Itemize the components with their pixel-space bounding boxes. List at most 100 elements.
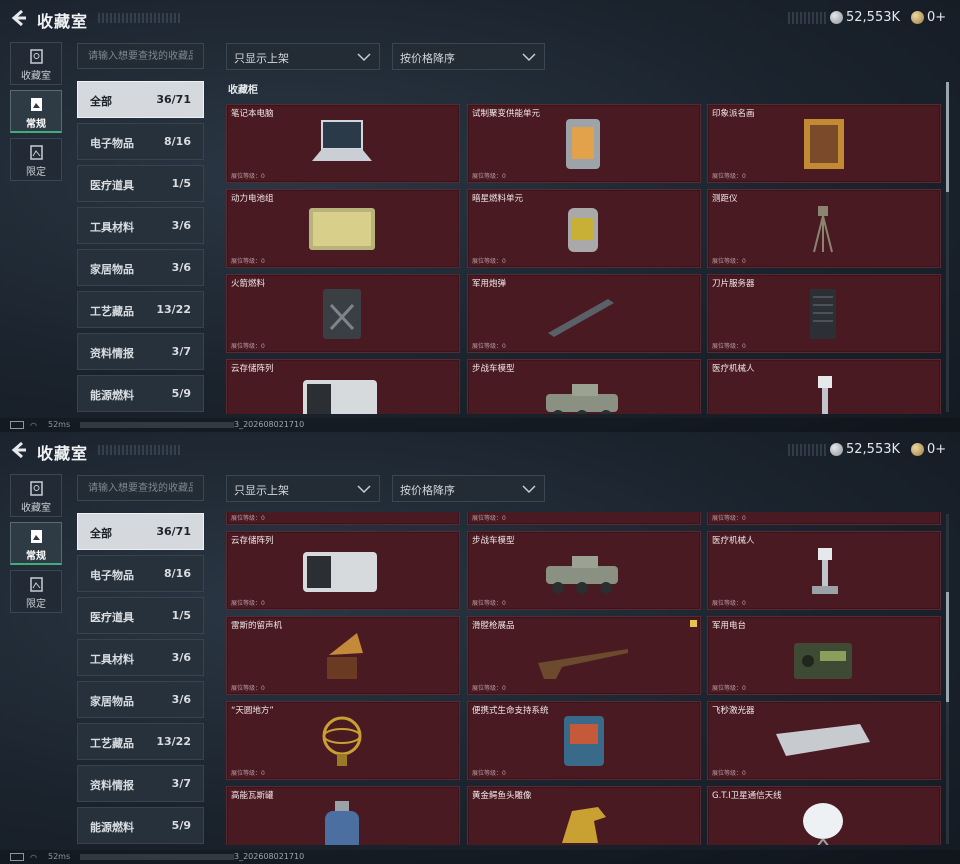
category-intel[interactable]: 资料情报 3/7 bbox=[77, 333, 204, 370]
scrollbar-thumb[interactable] bbox=[946, 82, 949, 192]
search-box[interactable] bbox=[77, 43, 204, 69]
card-level: 展位等级：0 bbox=[472, 685, 506, 692]
status-bar: ◠ 52ms 3_202608021710 bbox=[0, 418, 960, 432]
card-name: 笔记本电脑 bbox=[231, 109, 274, 119]
item-card[interactable]: 印象派名画 展位等级：0 bbox=[707, 104, 941, 183]
item-card[interactable]: 黄金鳄鱼头雕像展位等级：0 bbox=[467, 786, 701, 845]
search-input[interactable] bbox=[78, 476, 203, 501]
card-name: 医疗机械人 bbox=[712, 536, 755, 546]
card-name: 飞秒激光器 bbox=[712, 706, 755, 716]
item-card[interactable]: 军用炮弹 展位等级：0 bbox=[467, 274, 701, 353]
sort-order-value: 按价格降序 bbox=[400, 52, 455, 65]
category-all[interactable]: 全部 36/71 bbox=[77, 513, 204, 550]
life-support-icon bbox=[528, 712, 638, 770]
item-card[interactable]: “天圆地方” 展位等级：0 bbox=[226, 701, 460, 780]
chevron-down-icon bbox=[357, 485, 371, 494]
item-card[interactable]: 步战车模型展位等级：0 bbox=[467, 359, 701, 414]
card-name: 步战车模型 bbox=[472, 536, 515, 546]
item-card[interactable]: 滑膛枪展品 展位等级：0 bbox=[467, 616, 701, 695]
search-input[interactable] bbox=[78, 44, 203, 69]
item-card[interactable]: G.T.I卫星通信天线展位等级：0 bbox=[707, 786, 941, 845]
category-tools[interactable]: 工具材料 3/6 bbox=[77, 207, 204, 244]
item-card[interactable]: 试制聚变供能单元 展位等级：0 bbox=[467, 104, 701, 183]
radio-icon bbox=[768, 627, 878, 685]
category-name: 资料情报 bbox=[90, 347, 134, 360]
item-card[interactable]: 医疗机械人展位等级：0 bbox=[707, 531, 941, 610]
category-count: 5/9 bbox=[171, 819, 191, 832]
back-arrow-icon[interactable] bbox=[10, 441, 28, 459]
card-level: 展位等级：0 bbox=[231, 258, 265, 265]
collection-screen-top: 收藏室 52,553K 0+ 收藏室 常规 限定 只显示上架 按价格降序 全部 3… bbox=[0, 0, 960, 432]
item-card-partial[interactable]: 展位等级：0 bbox=[226, 512, 460, 525]
sort-order-dropdown[interactable]: 按价格降序 bbox=[392, 43, 545, 70]
item-card[interactable]: 火箭燃料 展位等级：0 bbox=[226, 274, 460, 353]
side-tab-label: 常规 bbox=[26, 551, 46, 562]
item-grid: 笔记本电脑 展位等级：0 试制聚变供能单元 展位等级：0 印象派名画 展位等级：0 动力电池… bbox=[226, 104, 942, 414]
card-level: 展位等级：0 bbox=[472, 770, 506, 777]
category-fuel[interactable]: 能源燃料 5/9 bbox=[77, 375, 204, 412]
item-card-partial[interactable]: 展位等级：0 bbox=[707, 512, 941, 525]
display-filter-dropdown[interactable]: 只显示上架 bbox=[226, 43, 380, 70]
card-name: 云存储阵列 bbox=[231, 364, 274, 374]
limited-icon bbox=[30, 145, 43, 160]
item-card[interactable]: 云存储阵列展位等级：0 bbox=[226, 531, 460, 610]
item-card[interactable]: 步战车模型展位等级：0 bbox=[467, 531, 701, 610]
ping-readout: 52ms bbox=[48, 852, 71, 861]
item-card[interactable]: 笔记本电脑 展位等级：0 bbox=[226, 104, 460, 183]
gold-balance[interactable]: 0+ bbox=[927, 10, 946, 25]
item-card[interactable]: 军用电台 展位等级：0 bbox=[707, 616, 941, 695]
category-fuel[interactable]: 能源燃料 5/9 bbox=[77, 807, 204, 844]
vault-icon bbox=[30, 49, 43, 64]
category-household[interactable]: 家居物品 3/6 bbox=[77, 681, 204, 718]
card-level: 展位等级：0 bbox=[712, 258, 746, 265]
silver-coin-icon bbox=[830, 443, 843, 456]
sort-order-dropdown[interactable]: 按价格降序 bbox=[392, 475, 545, 502]
side-tab-regular[interactable]: 常规 bbox=[10, 522, 62, 565]
side-tab-vault[interactable]: 收藏室 bbox=[10, 474, 62, 517]
category-household[interactable]: 家居物品 3/6 bbox=[77, 249, 204, 286]
silver-balance: 52,553K bbox=[846, 442, 901, 457]
side-tab-regular[interactable]: 常规 bbox=[10, 90, 62, 133]
silver-balance: 52,553K bbox=[846, 10, 901, 25]
search-box[interactable] bbox=[77, 475, 204, 501]
card-level: 展位等级：0 bbox=[472, 515, 506, 522]
item-card[interactable]: 暗星燃料单元 展位等级：0 bbox=[467, 189, 701, 268]
category-electronics[interactable]: 电子物品 8/16 bbox=[77, 555, 204, 592]
item-card[interactable]: 高能瓦斯罐展位等级：0 bbox=[226, 786, 460, 845]
display-filter-dropdown[interactable]: 只显示上架 bbox=[226, 475, 380, 502]
item-card[interactable]: 测距仪 展位等级：0 bbox=[707, 189, 941, 268]
item-card[interactable]: 便携式生命支持系统 展位等级：0 bbox=[467, 701, 701, 780]
gold-balance[interactable]: 0+ bbox=[927, 442, 946, 457]
category-count: 5/9 bbox=[171, 387, 191, 400]
category-tools[interactable]: 工具材料 3/6 bbox=[77, 639, 204, 676]
back-arrow-icon[interactable] bbox=[10, 9, 28, 27]
card-level: 展位等级：0 bbox=[712, 173, 746, 180]
side-tab-limited[interactable]: 限定 bbox=[10, 138, 62, 181]
item-card[interactable]: 雷斯的留声机 展位等级：0 bbox=[226, 616, 460, 695]
chevron-down-icon bbox=[357, 53, 371, 62]
category-medical[interactable]: 医疗道具 1/5 bbox=[77, 165, 204, 202]
item-card[interactable]: 飞秒激光器 展位等级：0 bbox=[707, 701, 941, 780]
page-title: 收藏室 bbox=[37, 444, 89, 463]
category-name: 工具材料 bbox=[90, 221, 134, 234]
item-card-partial[interactable]: 展位等级：0 bbox=[467, 512, 701, 525]
category-crafts[interactable]: 工艺藏品 13/22 bbox=[77, 291, 204, 328]
category-electronics[interactable]: 电子物品 8/16 bbox=[77, 123, 204, 160]
item-card[interactable]: 云存储阵列展位等级：0 bbox=[226, 359, 460, 414]
category-name: 医疗道具 bbox=[90, 611, 134, 624]
category-intel[interactable]: 资料情报 3/7 bbox=[77, 765, 204, 802]
category-all[interactable]: 全部 36/71 bbox=[77, 81, 204, 118]
side-tab-limited[interactable]: 限定 bbox=[10, 570, 62, 613]
scrollbar-thumb[interactable] bbox=[946, 592, 949, 702]
category-count: 3/6 bbox=[171, 261, 191, 274]
category-count: 3/7 bbox=[171, 777, 191, 790]
item-card[interactable]: 刀片服务器 展位等级：0 bbox=[707, 274, 941, 353]
category-medical[interactable]: 医疗道具 1/5 bbox=[77, 597, 204, 634]
card-level: 展位等级：0 bbox=[472, 343, 506, 350]
ifv-model-icon bbox=[528, 370, 638, 414]
side-tab-vault[interactable]: 收藏室 bbox=[10, 42, 62, 85]
side-tab-label: 收藏室 bbox=[21, 71, 51, 82]
item-card[interactable]: 医疗机械人展位等级：0 bbox=[707, 359, 941, 414]
category-crafts[interactable]: 工艺藏品 13/22 bbox=[77, 723, 204, 760]
item-card[interactable]: 动力电池组 展位等级：0 bbox=[226, 189, 460, 268]
